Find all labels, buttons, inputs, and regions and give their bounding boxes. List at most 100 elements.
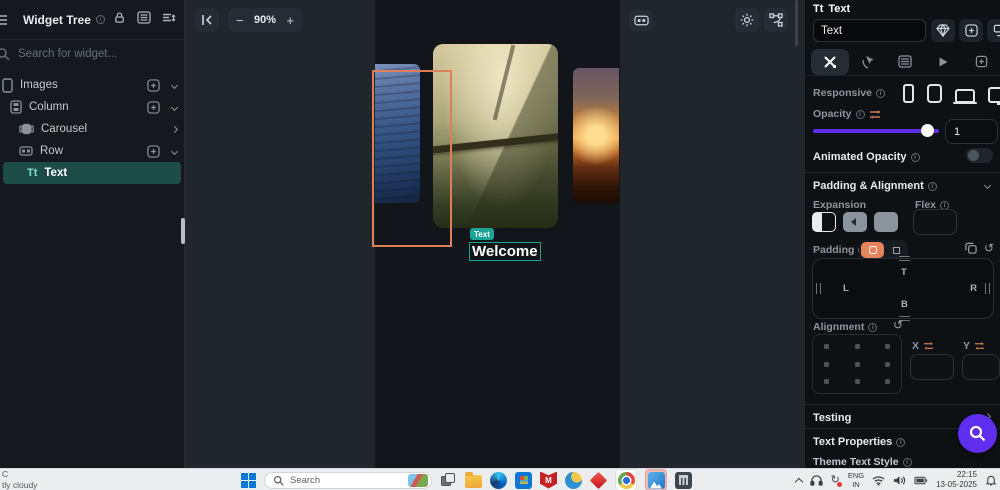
variable-settings-icon[interactable] xyxy=(974,341,985,351)
tab-play[interactable] xyxy=(924,49,962,75)
padding-right-label: R xyxy=(970,283,977,294)
testing-header[interactable]: Testing xyxy=(813,412,851,424)
animated-opacity-toggle[interactable] xyxy=(966,148,993,163)
theme-text-style-label[interactable]: Theme Text Style xyxy=(813,456,912,468)
tab-properties[interactable] xyxy=(811,48,849,75)
bell-icon[interactable] xyxy=(985,474,997,486)
photos-taskbar-button[interactable] xyxy=(645,469,667,490)
alignment-grid[interactable] xyxy=(812,334,902,394)
chevron-right-icon[interactable] xyxy=(170,125,179,133)
widget-tree: Images Column Carousel Row Tt Text xyxy=(0,74,184,184)
tab-actions[interactable] xyxy=(849,49,887,75)
undo-icon[interactable] xyxy=(893,319,903,331)
carousel-image-sunset[interactable] xyxy=(573,68,619,203)
opacity-label: Opacity xyxy=(813,108,881,120)
canvas-scrollbar[interactable] xyxy=(795,0,798,46)
padding-rounded-option[interactable] xyxy=(861,242,884,258)
tree-outline-icon[interactable] xyxy=(0,13,9,27)
gem-icon[interactable] xyxy=(931,19,955,42)
widget-search[interactable] xyxy=(0,40,184,68)
mcafee-icon[interactable]: M xyxy=(540,471,557,489)
copy-icon[interactable] xyxy=(965,242,977,254)
wifi-icon[interactable] xyxy=(872,475,885,486)
padding-top-handle[interactable] xyxy=(899,256,910,261)
tab-doc-plus[interactable] xyxy=(962,49,1000,75)
chevron-down-icon[interactable] xyxy=(170,147,179,155)
phone-icon[interactable] xyxy=(903,84,914,103)
tablet-icon[interactable] xyxy=(927,84,942,103)
headphones-icon[interactable] xyxy=(809,474,823,486)
taskbar-search[interactable]: Search xyxy=(264,471,432,489)
chevron-down-icon[interactable] xyxy=(170,81,179,89)
y-label: Y xyxy=(963,340,985,352)
info-icon xyxy=(868,322,878,332)
expansion-option-collapse[interactable] xyxy=(843,212,867,232)
vector-nodes-icon[interactable] xyxy=(764,8,788,32)
tree-item-text[interactable]: Text xyxy=(3,162,181,184)
tree-item-column[interactable]: Column xyxy=(0,96,184,118)
welcome-text-widget[interactable]: Welcome xyxy=(469,242,541,261)
battery-icon[interactable] xyxy=(914,476,928,485)
taskbar-clock[interactable]: 22:15 13-05-2025 xyxy=(936,470,977,490)
info-icon xyxy=(95,15,105,24)
zoom-in-button[interactable]: + xyxy=(286,13,294,28)
padding-right-handle[interactable] xyxy=(985,283,990,294)
row-icon xyxy=(19,145,33,157)
variable-settings-icon[interactable] xyxy=(923,341,934,351)
undo-icon[interactable] xyxy=(984,242,994,254)
chevron-down-icon[interactable] xyxy=(170,103,179,111)
lock-icon[interactable] xyxy=(113,11,126,24)
sync-icon[interactable] xyxy=(831,475,842,487)
widget-name-input[interactable] xyxy=(813,19,926,42)
add-widget-icon[interactable] xyxy=(147,100,160,114)
tab-animations-list[interactable] xyxy=(887,49,925,75)
widget-tree-panel: Widget Tree i Search for widget... Image… xyxy=(0,0,185,468)
desktop-icon[interactable] xyxy=(988,87,1000,105)
language-indicator[interactable]: ENG IN xyxy=(848,471,864,489)
expansion-option-none[interactable] xyxy=(874,212,898,232)
design-canvas[interactable]: Text Welcome − 90% + xyxy=(185,0,805,468)
zoom-level: 90% xyxy=(253,14,277,26)
opacity-slider-knob[interactable] xyxy=(921,124,934,137)
weather-widget[interactable]: C tly cloudy xyxy=(2,469,37,490)
text-properties-header[interactable]: Text Properties xyxy=(813,436,906,448)
x-input[interactable] xyxy=(910,354,954,380)
sun-icon[interactable] xyxy=(735,8,759,32)
zoom-out-button[interactable]: − xyxy=(236,13,244,28)
y-input[interactable] xyxy=(962,354,1000,380)
search-input[interactable] xyxy=(16,47,156,61)
store-icon[interactable] xyxy=(515,471,532,489)
add-widget-icon[interactable] xyxy=(959,19,983,42)
tree-item-carousel[interactable]: Carousel xyxy=(0,118,184,140)
tray-expand-icon[interactable] xyxy=(794,477,803,486)
chrome-taskbar-button[interactable] xyxy=(615,469,637,490)
chevron-down-icon[interactable] xyxy=(983,181,992,190)
speaker-icon[interactable] xyxy=(893,475,906,486)
search-fab[interactable] xyxy=(958,414,997,453)
laptop-icon[interactable] xyxy=(953,89,977,104)
variable-settings-icon[interactable] xyxy=(869,109,881,120)
inspector-tabs xyxy=(805,48,1000,76)
task-view-icon[interactable] xyxy=(440,472,457,489)
calculator-icon[interactable] xyxy=(675,471,692,489)
tree-item-images[interactable]: Images xyxy=(0,74,184,96)
sort-collapse-icon[interactable] xyxy=(162,11,176,24)
padding-left-handle[interactable] xyxy=(816,283,821,294)
edge-icon[interactable] xyxy=(490,471,507,489)
transform-icon[interactable] xyxy=(987,19,1000,42)
collapse-left-icon[interactable] xyxy=(195,8,219,32)
board-icon[interactable] xyxy=(629,10,653,31)
padding-alignment-header[interactable]: Padding & Alignment xyxy=(813,180,937,192)
file-explorer-icon[interactable] xyxy=(465,472,482,488)
opacity-input[interactable] xyxy=(945,119,998,144)
flex-input[interactable] xyxy=(913,209,957,235)
add-widget-icon[interactable] xyxy=(147,144,160,158)
diamond-app-icon[interactable] xyxy=(589,471,608,489)
tree-item-row[interactable]: Row xyxy=(0,140,184,162)
panel-title: Widget Tree xyxy=(23,12,91,27)
windows-start-button[interactable] xyxy=(241,472,256,488)
expansion-option-start[interactable] xyxy=(812,212,836,232)
add-widget-icon[interactable] xyxy=(147,78,160,92)
msn-weather-icon[interactable] xyxy=(565,471,582,489)
panel-list-icon[interactable] xyxy=(137,11,151,24)
